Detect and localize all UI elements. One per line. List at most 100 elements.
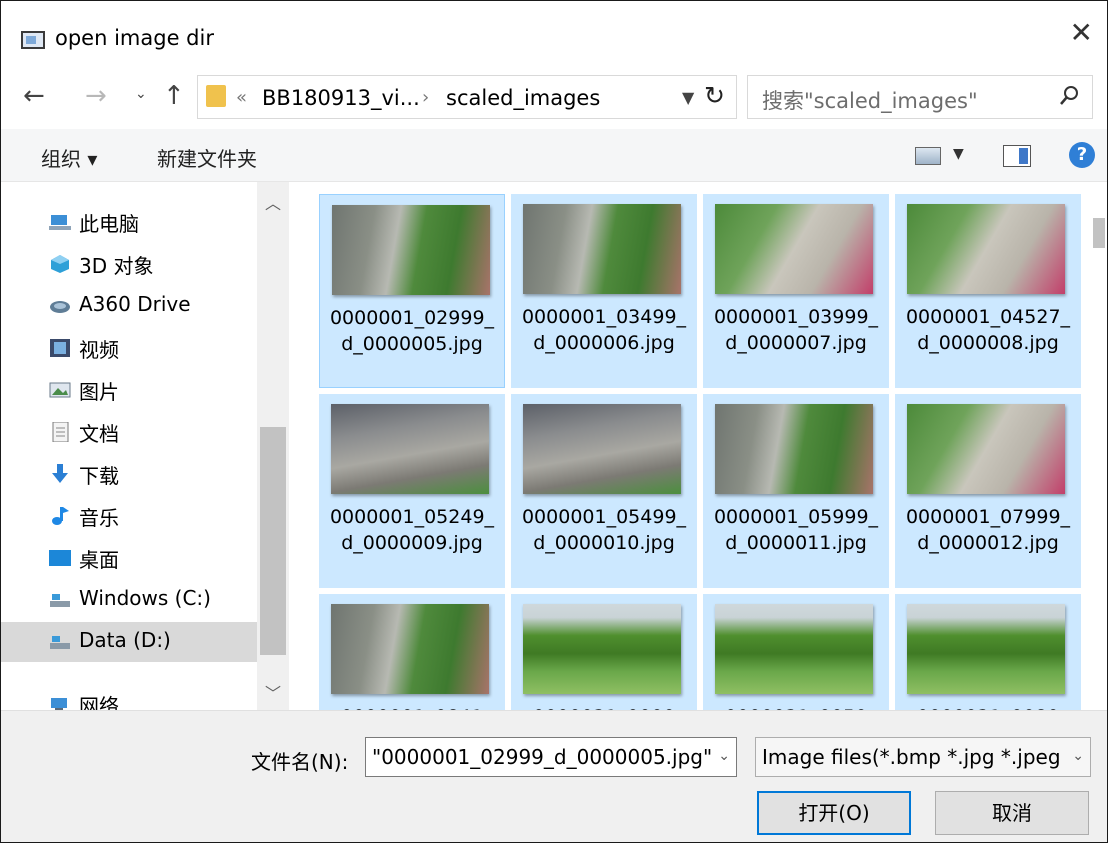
new-folder-button[interactable]: 新建文件夹 — [157, 143, 257, 172]
breadcrumb-separator-icon[interactable]: › — [422, 87, 429, 108]
desktop-icon — [49, 548, 71, 568]
window-title: open image dir — [55, 26, 214, 50]
nav-item-label: A360 Drive — [79, 292, 191, 316]
file-tile[interactable]: 0000001_05999_d_0000011.jpg — [703, 394, 889, 588]
overflow-chevron-icon[interactable]: « — [236, 87, 247, 108]
back-arrow-icon[interactable]: ← — [23, 81, 45, 111]
file-list-scrollbar[interactable] — [1091, 182, 1107, 710]
command-bar: 组织 ▾ 新建文件夹 ▼ ? — [1, 129, 1107, 182]
file-type-dropdown-icon[interactable]: ⌄ — [1068, 748, 1084, 764]
forward-arrow-icon[interactable]: → — [85, 81, 107, 111]
nav-item-label: 网络 — [79, 694, 119, 710]
dialog-footer: 文件名(N): "0000001_02999_d_0000005.jpg" ⌄ … — [1, 710, 1107, 842]
nav-scrollbar-thumb[interactable] — [260, 427, 286, 655]
recent-locations-chevron-icon[interactable]: ⌄ — [135, 86, 147, 102]
nav-item[interactable]: 此电脑 — [1, 202, 257, 242]
nav-item[interactable]: 文档 — [1, 412, 257, 452]
nav-item-label: Data (D:) — [79, 628, 171, 652]
file-name: 0000001_07999_d_0000012.jpg — [905, 506, 1071, 554]
file-tile[interactable]: 0000001_03499_d_0000006.jpg — [511, 194, 697, 388]
close-icon[interactable]: ✕ — [1070, 19, 1093, 47]
file-thumbnail — [715, 604, 873, 694]
nav-item-label: Windows (C:) — [79, 586, 211, 610]
file-name: 0000001_03499_d_0000006.jpg — [521, 306, 687, 354]
refresh-icon[interactable]: ↻ — [704, 81, 725, 110]
nav-item[interactable]: Data (D:) — [1, 622, 257, 662]
nav-scrollbar[interactable]: ︿ ﹀ — [257, 182, 289, 710]
3d-objects-icon — [49, 254, 71, 274]
file-thumbnail — [907, 604, 1065, 694]
nav-item[interactable]: 视频 — [1, 328, 257, 368]
file-tile[interactable]: 0000001_03999_d_0000007.jpg — [703, 194, 889, 388]
cancel-button[interactable]: 取消 — [935, 791, 1089, 835]
view-options-chevron-icon[interactable]: ▼ — [953, 146, 964, 162]
file-tile[interactable]: 0000001_0841 — [319, 594, 505, 710]
documents-icon — [49, 421, 71, 443]
nav-item-label: 此电脑 — [79, 212, 139, 236]
nav-item[interactable]: 网络 — [1, 684, 257, 710]
file-tile[interactable]: 0000001_05249_d_0000009.jpg — [319, 394, 505, 588]
file-tile[interactable]: 0000021_0000 — [511, 594, 697, 710]
address-row: ← → ⌄ ↑ « BB180913_vi... › scaled_images… — [1, 73, 1107, 121]
scroll-up-icon[interactable]: ︿ — [265, 190, 281, 214]
file-list-scrollbar-thumb[interactable] — [1093, 218, 1105, 248]
nav-item-label: 桌面 — [79, 548, 119, 572]
file-tile[interactable]: 0000021_0050 — [703, 594, 889, 710]
nav-item[interactable]: 音乐 — [1, 496, 257, 536]
file-thumbnail — [907, 204, 1065, 294]
file-thumbnail — [523, 404, 681, 494]
open-file-dialog: open image dir ✕ ← → ⌄ ↑ « BB180913_vi..… — [0, 0, 1108, 843]
drive-icon — [49, 590, 71, 610]
file-tile[interactable]: 0000001_04527_d_0000008.jpg — [895, 194, 1081, 388]
nav-item[interactable]: 3D 对象 — [1, 244, 257, 284]
file-tile[interactable]: 0000021_0080 — [895, 594, 1081, 710]
file-name: 0000001_05499_d_0000010.jpg — [521, 506, 687, 554]
open-button[interactable]: 打开(O) — [757, 791, 911, 835]
nav-item-label: 文档 — [79, 422, 119, 446]
change-view-icon[interactable] — [915, 147, 941, 165]
address-dropdown-icon[interactable]: ▼ — [682, 88, 694, 107]
file-tile[interactable]: 0000001_05499_d_0000010.jpg — [511, 394, 697, 588]
file-thumbnail — [907, 404, 1065, 494]
search-input[interactable]: 搜索"scaled_images" — [747, 75, 1093, 119]
up-arrow-icon[interactable]: ↑ — [163, 81, 185, 111]
cloud-drive-icon — [49, 296, 71, 316]
title-bar: open image dir ✕ — [1, 1, 1107, 63]
address-bar[interactable]: « BB180913_vi... › scaled_images ▼ ↻ — [197, 75, 737, 119]
breadcrumb-parent[interactable]: BB180913_vi... — [262, 86, 420, 110]
file-type-select[interactable]: Image files(*.bmp *.jpg *.jpeg ⌄ — [755, 737, 1091, 777]
network-icon — [49, 694, 71, 710]
search-icon[interactable] — [1058, 85, 1080, 107]
file-tile[interactable]: 0000001_02999_d_0000005.jpg — [319, 194, 505, 388]
preview-pane-icon[interactable] — [1003, 145, 1031, 167]
file-thumbnail — [331, 604, 489, 694]
computer-icon — [49, 212, 71, 232]
nav-item[interactable]: A360 Drive — [1, 286, 257, 326]
breadcrumb-current[interactable]: scaled_images — [446, 86, 600, 110]
nav-item[interactable]: 图片 — [1, 370, 257, 410]
filename-dropdown-icon[interactable]: ⌄ — [714, 748, 730, 764]
filename-value: "0000001_02999_d_0000005.jpg" — [372, 745, 713, 769]
nav-item[interactable]: 桌面 — [1, 538, 257, 578]
file-thumbnail — [523, 204, 681, 294]
filename-label: 文件名(N): — [251, 750, 349, 774]
file-tile[interactable]: 0000001_07999_d_0000012.jpg — [895, 394, 1081, 588]
file-name: 0000001_04527_d_0000008.jpg — [905, 306, 1071, 354]
nav-item[interactable]: 下载 — [1, 454, 257, 494]
nav-item-label: 3D 对象 — [79, 254, 154, 278]
file-list: 0000001_02999_d_0000005.jpg 0000001_03499… — [289, 182, 1107, 710]
search-placeholder: 搜索"scaled_images" — [762, 89, 978, 113]
nav-item-label: 视频 — [79, 338, 119, 362]
nav-item[interactable]: Windows (C:) — [1, 580, 257, 620]
pictures-icon — [49, 380, 71, 400]
file-thumbnail — [523, 604, 681, 694]
filename-input[interactable]: "0000001_02999_d_0000005.jpg" ⌄ — [365, 737, 737, 777]
organize-menu[interactable]: 组织 ▾ — [41, 143, 97, 172]
file-name: 0000001_03999_d_0000007.jpg — [713, 306, 879, 354]
drive-icon — [49, 632, 71, 652]
file-thumbnail — [332, 205, 490, 295]
file-thumbnail — [715, 204, 873, 294]
file-name: 0000001_05249_d_0000009.jpg — [329, 506, 495, 554]
scroll-down-icon[interactable]: ﹀ — [265, 680, 281, 704]
help-icon[interactable]: ? — [1069, 142, 1095, 168]
